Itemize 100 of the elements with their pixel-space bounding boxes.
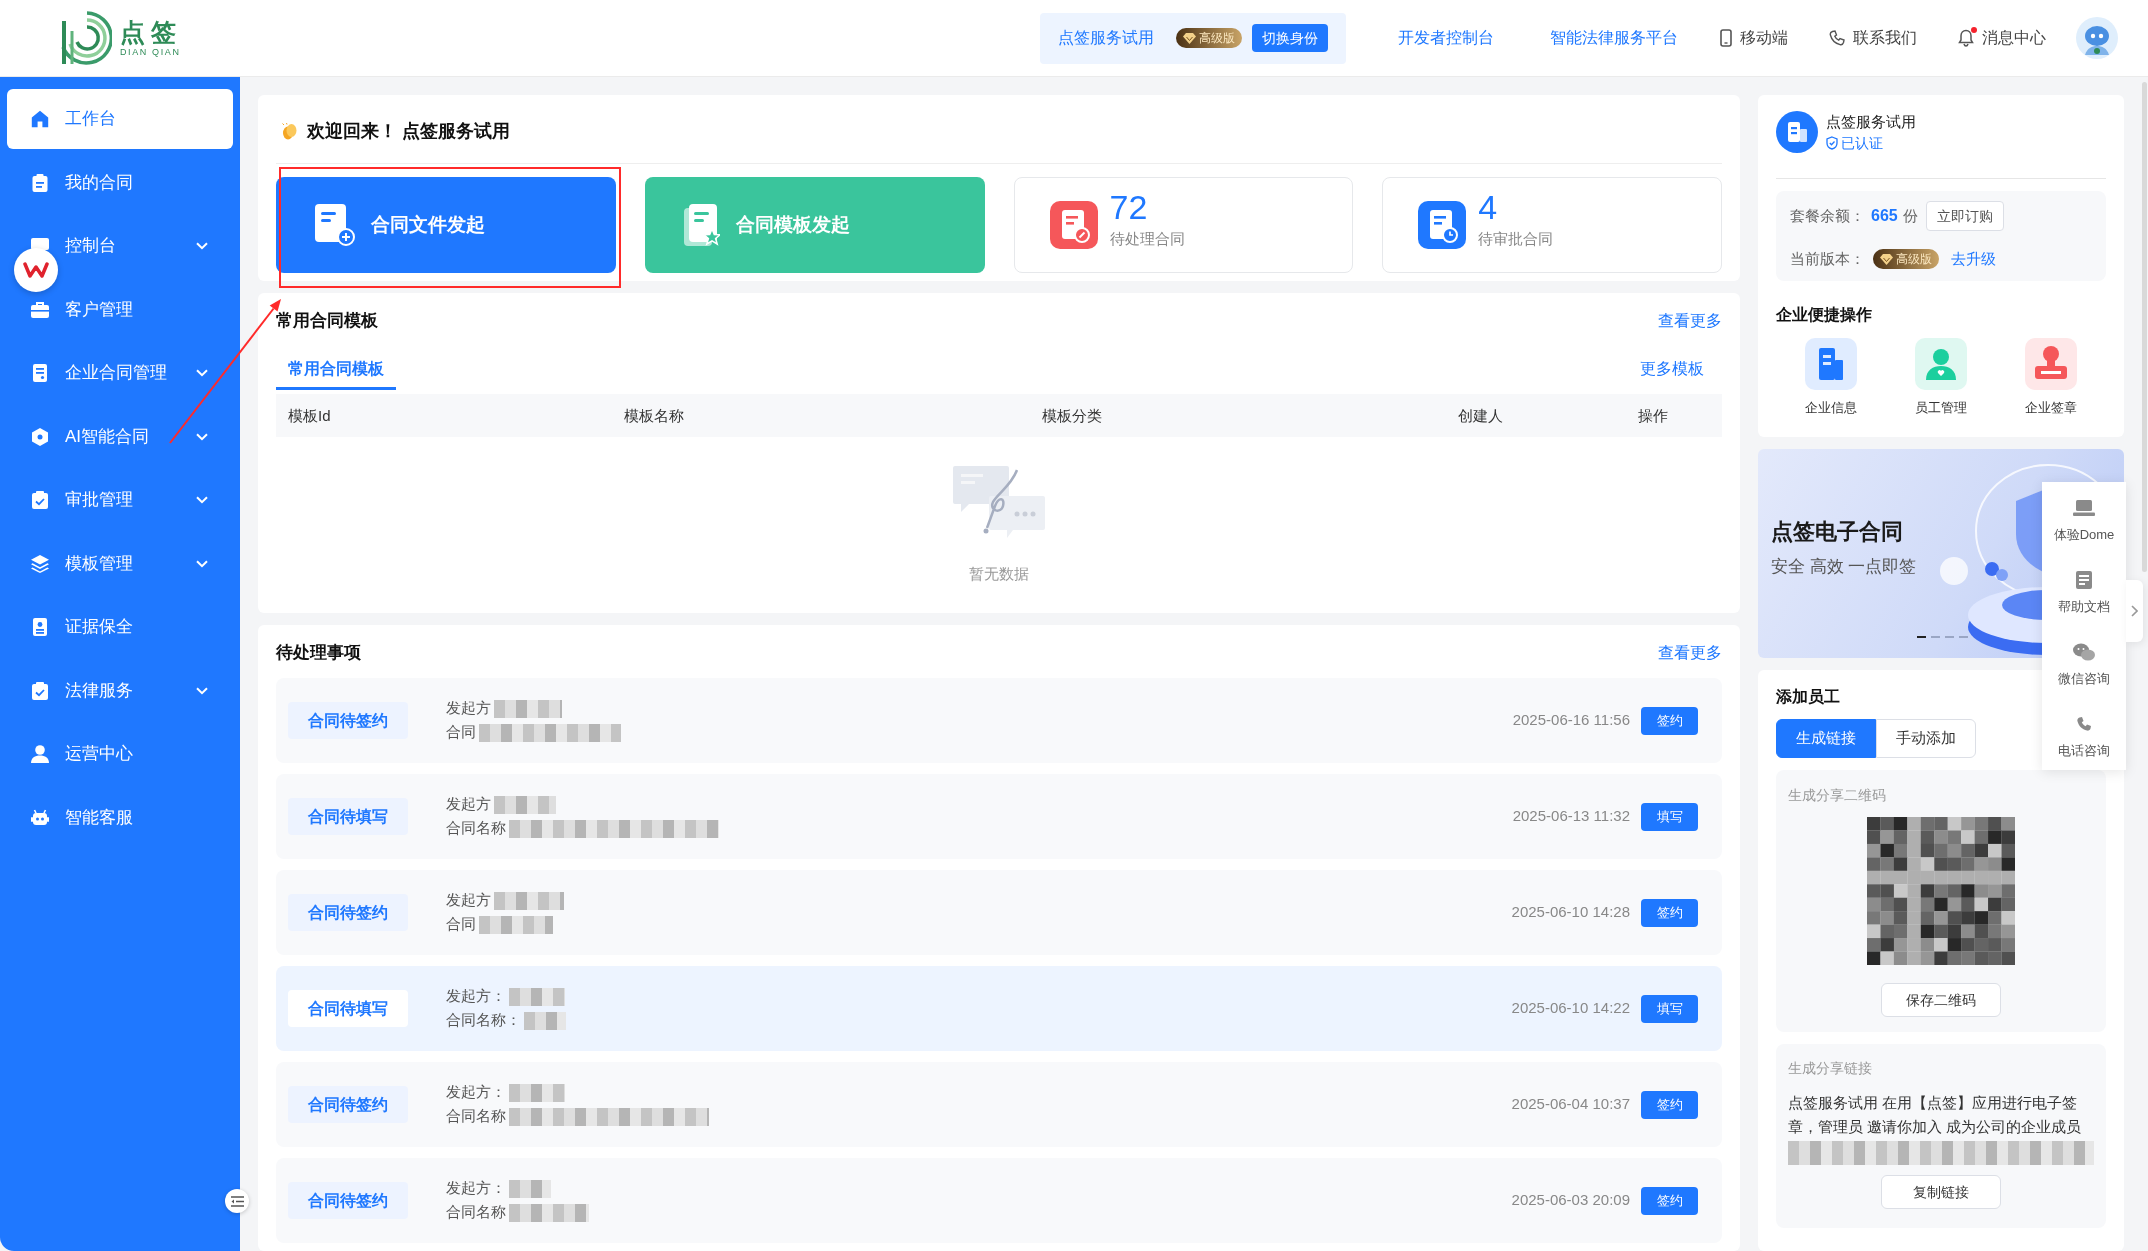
sidebar-item[interactable]: 工作台: [7, 89, 233, 149]
task-action-button[interactable]: 填写: [1641, 802, 1698, 831]
switch-identity-button[interactable]: 切换身份: [1252, 24, 1328, 52]
task-time: 2025-06-10 14:22: [1511, 998, 1630, 1019]
sidebar-item[interactable]: 智能客服: [7, 787, 233, 848]
sidebar-item[interactable]: 法律服务: [7, 660, 233, 721]
smartphone-icon: [1720, 29, 1732, 47]
quick-action-button[interactable]: 员工管理: [1886, 338, 1996, 418]
contract-name-label: 合同名称: [446, 1106, 506, 1127]
laptop-icon: [2073, 500, 2095, 516]
banner-subtitle: 安全 高效 一点即签: [1771, 556, 1917, 578]
section-title: 待处理事项: [276, 642, 361, 665]
contract-name-label: 合同: [446, 722, 476, 743]
status-tag: 合同待签约: [288, 1086, 408, 1123]
task-time: 2025-06-03 20:09: [1511, 1190, 1630, 1211]
status-tag: 合同待签约: [288, 702, 408, 739]
template-tab[interactable]: 常用合同模板: [276, 358, 396, 390]
sidebar-item[interactable]: 证据保全: [7, 597, 233, 657]
document-icon: [2076, 571, 2092, 589]
view-more-link[interactable]: 查看更多: [1658, 309, 1722, 333]
stat-card[interactable]: 72 待处理合同: [1013, 177, 1354, 273]
logo-subtitle: DIAN QIAN: [120, 46, 181, 58]
verified-label: 已认证: [1841, 134, 1883, 153]
sidebar-item[interactable]: 运营中心: [7, 724, 233, 784]
stat-label: 待审批合同: [1478, 228, 1554, 249]
layers-icon: [31, 554, 49, 573]
clipboard-check-icon: [31, 681, 49, 700]
segment-tab[interactable]: 生成链接: [1776, 719, 1876, 758]
phone-icon: [2077, 717, 2091, 731]
column-header: 模板分类: [1042, 406, 1102, 424]
carousel-indicator[interactable]: [1945, 636, 1954, 638]
version-label: 当前版本：: [1790, 248, 1865, 269]
view-more-link[interactable]: 查看更多: [1658, 641, 1722, 665]
avatar-icon[interactable]: [2076, 17, 2118, 59]
redaction-mosaic: [509, 987, 565, 1006]
task-action-button[interactable]: 签约: [1641, 706, 1698, 735]
task-action-button[interactable]: 签约: [1641, 1090, 1698, 1119]
column-header: 创建人: [1458, 406, 1503, 424]
sidebar-item[interactable]: AI智能合同: [7, 406, 233, 467]
task-time: 2025-06-13 11:32: [1512, 806, 1630, 827]
sidebar-item[interactable]: 模板管理: [7, 533, 233, 594]
task-action-button[interactable]: 签约: [1641, 898, 1698, 927]
help-menu-button[interactable]: 体验Dome: [2042, 482, 2126, 554]
emoji-icon: [281, 122, 298, 140]
sidebar-item[interactable]: 审批管理: [7, 470, 233, 530]
more-templates-link[interactable]: 更多模板: [1640, 358, 1722, 390]
help-menu-button[interactable]: 电话咨询: [2042, 698, 2126, 770]
save-qr-button[interactable]: 保存二维码: [1881, 983, 2001, 1017]
message-center-link[interactable]: 消息中心: [1958, 26, 2046, 50]
carousel-indicator[interactable]: [1959, 636, 1968, 638]
diamond-icon: [1183, 32, 1196, 44]
stat-label: 待处理合同: [1109, 228, 1185, 249]
task-action-button[interactable]: 签约: [1641, 1186, 1698, 1215]
redaction-mosaic: [509, 1083, 565, 1102]
task-time: 2025-06-04 10:37: [1511, 1094, 1630, 1115]
nav-link[interactable]: 智能法律服务平台: [1550, 26, 1678, 50]
robot-icon: [31, 808, 49, 827]
column-header: 模板名称: [624, 406, 684, 424]
help-menu-button[interactable]: 帮助文档: [2042, 554, 2126, 626]
quota-value: 665: [1871, 206, 1898, 226]
upgrade-link[interactable]: 去升级: [1951, 247, 1996, 271]
document-star-icon: [683, 204, 720, 246]
quick-action-button[interactable]: 企业信息: [1776, 338, 1886, 418]
quota-label: 套餐余额：: [1790, 205, 1865, 226]
scrollbar-thumb[interactable]: [2142, 82, 2147, 572]
shield-check-icon: [1826, 136, 1838, 150]
id-document-icon: [31, 618, 49, 636]
sidebar-item[interactable]: 我的合同: [7, 152, 233, 213]
initiator-label: 发起方: [446, 890, 491, 911]
clipboard-icon: [31, 173, 49, 192]
phone-icon: [1829, 30, 1845, 46]
nav-link[interactable]: 开发者控制台: [1398, 26, 1494, 50]
buy-now-button[interactable]: 立即订购: [1925, 201, 2004, 231]
task-time: 2025-06-16 11:56: [1512, 710, 1630, 731]
quick-action-button[interactable]: 企业签章: [1996, 338, 2106, 418]
contact-us-link[interactable]: 联系我们: [1829, 26, 1917, 50]
copy-link-button[interactable]: 复制链接: [1881, 1175, 2001, 1209]
sidebar-item[interactable]: 企业合同管理: [7, 343, 233, 403]
sidebar-item[interactable]: 客户管理: [7, 279, 233, 340]
redaction-mosaic: [494, 795, 556, 814]
segment-tab[interactable]: 手动添加: [1876, 719, 1976, 758]
section-title: 添加员工: [1776, 687, 1841, 707]
start-file-contract-button[interactable]: 合同文件发起: [276, 177, 616, 273]
status-tag: 合同待签约: [288, 894, 408, 931]
mobile-app-link[interactable]: 移动端: [1720, 26, 1788, 50]
bell-icon: [1958, 29, 1974, 47]
start-template-contract-button[interactable]: 合同模板发起: [644, 177, 985, 273]
expand-tab-button[interactable]: [2126, 580, 2143, 642]
collapse-sidebar-button[interactable]: [225, 1189, 249, 1213]
redaction-mosaic: [494, 699, 562, 718]
empty-text: 暂无数据: [969, 564, 1029, 584]
task-action-button[interactable]: 填写: [1641, 994, 1698, 1023]
home-icon: [31, 110, 49, 128]
stat-card[interactable]: 4 待审批合同: [1382, 177, 1722, 273]
carousel-indicator[interactable]: [1917, 636, 1926, 638]
chat-bubbles-icon: [2073, 643, 2095, 661]
welcome-title: 欢迎回来！ 点签服务试用: [307, 119, 510, 143]
initiator-label: 发起方：: [446, 986, 506, 1007]
version-badge-label: 高级版: [1199, 31, 1235, 45]
carousel-indicator[interactable]: [1931, 636, 1940, 638]
